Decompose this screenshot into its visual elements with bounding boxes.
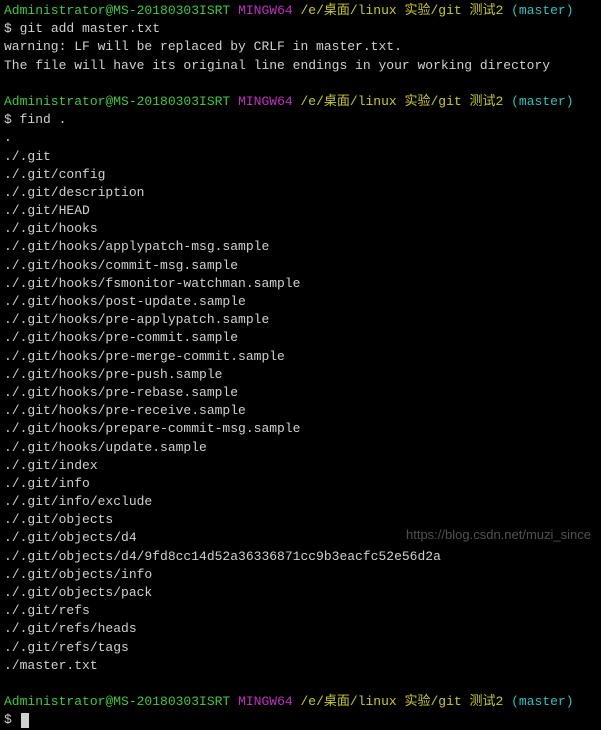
output-line: ./.git/objects bbox=[4, 511, 597, 529]
output-line: ./.git/hooks/pre-applypatch.sample bbox=[4, 311, 597, 329]
output-line: ./.git/refs bbox=[4, 602, 597, 620]
output-line: ./.git bbox=[4, 148, 597, 166]
prompt-shell: MINGW64 bbox=[238, 694, 293, 709]
output-line: ./.git/hooks/commit-msg.sample bbox=[4, 257, 597, 275]
output-line: ./.git/hooks/update.sample bbox=[4, 439, 597, 457]
output-line: ./.git/hooks/pre-merge-commit.sample bbox=[4, 348, 597, 366]
prompt-branch: (master) bbox=[511, 94, 573, 109]
prompt-symbol: $ bbox=[4, 21, 20, 36]
prompt-branch: (master) bbox=[511, 694, 573, 709]
prompt-line: Administrator@MS-20180303ISRT MINGW64 /e… bbox=[4, 93, 597, 111]
output-line: ./.git/refs/tags bbox=[4, 639, 597, 657]
output-line: ./.git/hooks/pre-receive.sample bbox=[4, 402, 597, 420]
prompt-branch: (master) bbox=[511, 3, 573, 18]
command-line[interactable]: $ bbox=[4, 711, 597, 729]
output-line: . bbox=[4, 129, 597, 147]
prompt-line: Administrator@MS-20180303ISRT MINGW64 /e… bbox=[4, 2, 597, 20]
output-line: ./.git/hooks/applypatch-msg.sample bbox=[4, 238, 597, 256]
output-line: ./master.txt bbox=[4, 657, 597, 675]
output-line: ./.git/hooks/pre-commit.sample bbox=[4, 329, 597, 347]
output-line: ./.git/objects/d4/9fd8cc14d52a36336871cc… bbox=[4, 548, 597, 566]
output-line: ./.git/info bbox=[4, 475, 597, 493]
prompt-user: Administrator@MS-20180303ISRT bbox=[4, 94, 230, 109]
blank-line bbox=[4, 75, 597, 93]
output-line: ./.git/config bbox=[4, 166, 597, 184]
output-line: ./.git/description bbox=[4, 184, 597, 202]
prompt-path: /e/桌面/linux 实验/git 测试2 bbox=[300, 694, 503, 709]
output-line: ./.git/hooks/fsmonitor-watchman.sample bbox=[4, 275, 597, 293]
output-line: ./.git/objects/pack bbox=[4, 584, 597, 602]
command-line: $ find . bbox=[4, 111, 597, 129]
output-line: ./.git/hooks/prepare-commit-msg.sample bbox=[4, 420, 597, 438]
prompt-symbol: $ bbox=[4, 112, 20, 127]
output-line: ./.git/hooks/pre-push.sample bbox=[4, 366, 597, 384]
output-line: ./.git/objects/info bbox=[4, 566, 597, 584]
prompt-user: Administrator@MS-20180303ISRT bbox=[4, 694, 230, 709]
blank-line bbox=[4, 675, 597, 693]
output-line: ./.git/hooks/post-update.sample bbox=[4, 293, 597, 311]
output-line: The file will have its original line end… bbox=[4, 57, 597, 75]
prompt-path: /e/桌面/linux 实验/git 测试2 bbox=[300, 94, 503, 109]
prompt-shell: MINGW64 bbox=[238, 3, 293, 18]
prompt-line: Administrator@MS-20180303ISRT MINGW64 /e… bbox=[4, 693, 597, 711]
command-line: $ git add master.txt bbox=[4, 20, 597, 38]
output-line: ./.git/index bbox=[4, 457, 597, 475]
prompt-path: /e/桌面/linux 实验/git 测试2 bbox=[300, 3, 503, 18]
prompt-shell: MINGW64 bbox=[238, 94, 293, 109]
prompt-symbol: $ bbox=[4, 711, 20, 729]
output-line: ./.git/hooks/pre-rebase.sample bbox=[4, 384, 597, 402]
cursor bbox=[21, 713, 29, 728]
command-text: find . bbox=[20, 112, 67, 127]
output-line: ./.git/refs/heads bbox=[4, 620, 597, 638]
prompt-user: Administrator@MS-20180303ISRT bbox=[4, 3, 230, 18]
output-line: ./.git/objects/d4 bbox=[4, 529, 597, 547]
output-line: ./.git/info/exclude bbox=[4, 493, 597, 511]
output-line: ./.git/HEAD bbox=[4, 202, 597, 220]
command-text: git add master.txt bbox=[20, 21, 160, 36]
terminal-output[interactable]: Administrator@MS-20180303ISRT MINGW64 /e… bbox=[4, 2, 597, 730]
output-line: warning: LF will be replaced by CRLF in … bbox=[4, 38, 597, 56]
output-line: ./.git/hooks bbox=[4, 220, 597, 238]
